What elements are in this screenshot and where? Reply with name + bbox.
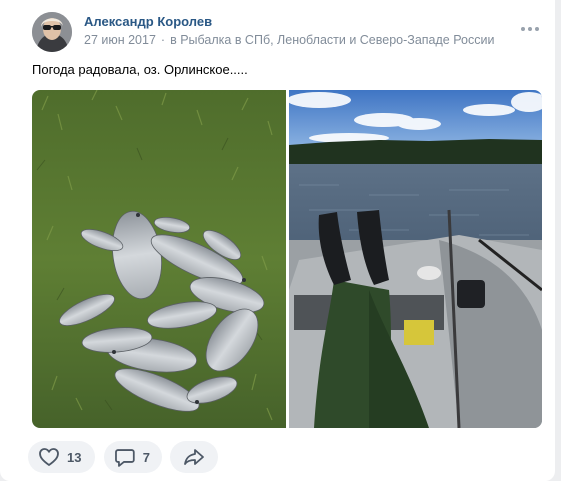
- likes-count: 13: [67, 449, 82, 465]
- avatar[interactable]: [32, 12, 72, 52]
- more-horizontal-icon: [521, 27, 539, 31]
- share-button[interactable]: [170, 441, 218, 473]
- post-meta: 27 июн 2017 · в Рыбалка в СПб, Ленобласти …: [84, 33, 504, 47]
- author-name[interactable]: Александр Королев: [84, 14, 212, 29]
- comment-icon: [115, 449, 135, 467]
- like-button[interactable]: 13: [28, 441, 95, 473]
- meta-separator: ·: [160, 33, 166, 47]
- photo-fish-catch[interactable]: [32, 90, 286, 428]
- heart-icon: [39, 448, 59, 466]
- community-link[interactable]: в Рыбалка в СПб, Ленобласти и Северо-Зап…: [170, 33, 494, 47]
- post-text: Погода радовала, оз. Орлинское.....: [32, 62, 248, 77]
- more-button[interactable]: [519, 22, 541, 36]
- post-date[interactable]: 27 июн 2017: [84, 33, 156, 47]
- post-card: Александр Королев 27 июн 2017 · в Рыбалка …: [0, 0, 555, 481]
- photo-boat-lake[interactable]: [289, 90, 542, 428]
- comments-count: 7: [142, 449, 150, 465]
- comment-button[interactable]: 7: [104, 441, 162, 473]
- share-icon: [184, 449, 204, 465]
